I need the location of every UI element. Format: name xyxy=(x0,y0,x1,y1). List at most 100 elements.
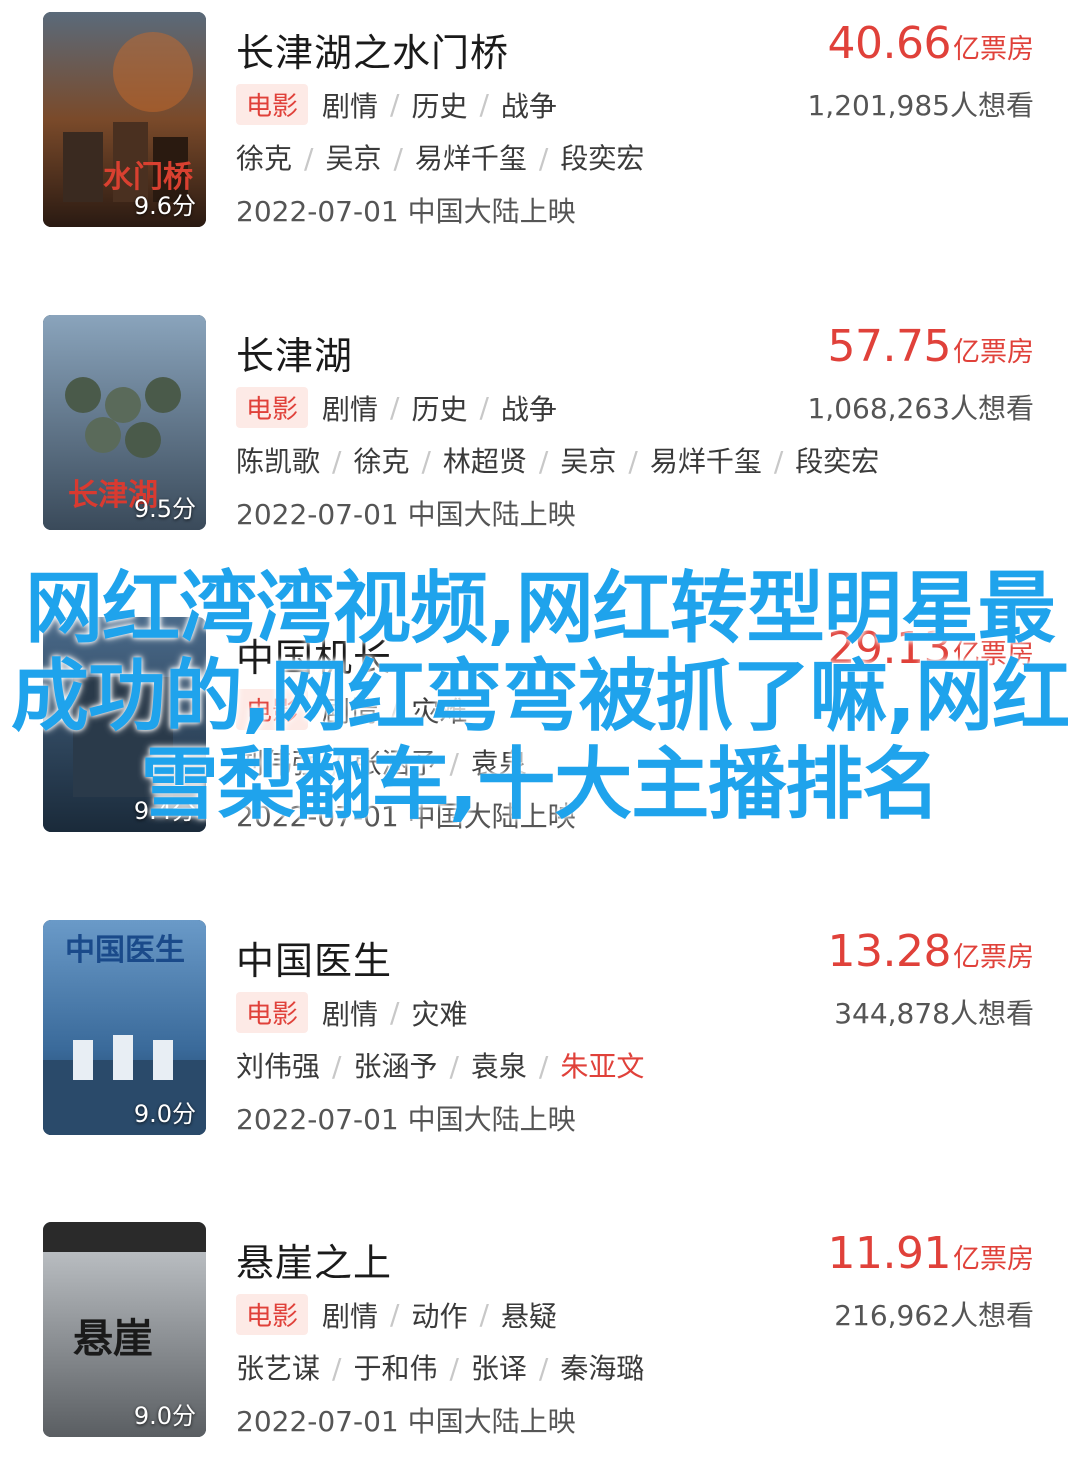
movie-title[interactable]: 长津湖 xyxy=(236,325,353,380)
doctor-poster-icon[interactable]: 中国医生 9.0分 xyxy=(43,920,206,1135)
separator: / xyxy=(421,445,431,478)
film-type-badge: 电影 xyxy=(236,992,309,1033)
cast-member[interactable]: 张涵予 xyxy=(353,1050,437,1083)
rating-score: 9.6分 xyxy=(133,192,196,220)
separator: / xyxy=(479,391,489,424)
cast-member[interactable]: 秦海璐 xyxy=(560,1352,644,1385)
cast-member[interactable]: 陈凯歌 xyxy=(236,445,320,478)
release-info: 2022-07-01 中国大陆上映 xyxy=(236,1103,576,1136)
want-to-watch-count: 1,201,985人想看 xyxy=(807,89,1034,122)
genre-label: 历史 xyxy=(411,89,468,123)
genre-label: 剧情 xyxy=(322,997,379,1031)
rating-score: 9.0分 xyxy=(133,1100,196,1128)
box-office-number: 11.91 xyxy=(827,1228,952,1279)
cast-list: 陈凯歌 / 徐克 / 林超贤 / 吴京 / 易烊千玺 / 段奕宏 xyxy=(236,440,879,480)
separator: / xyxy=(538,445,549,478)
movie-title[interactable]: 长津湖之水门桥 xyxy=(236,22,509,77)
cast-member[interactable]: 张艺谋 xyxy=(236,1352,320,1385)
cast-member[interactable]: 段奕宏 xyxy=(795,445,879,478)
cast-list: 张艺谋 / 于和伟 / 张译 / 秦海璐 xyxy=(236,1347,644,1387)
box-office-unit: 亿票房 xyxy=(953,942,1034,973)
genre-label: 战争 xyxy=(500,89,557,123)
separator: / xyxy=(332,1352,342,1385)
separator: / xyxy=(538,1050,549,1083)
cast-member[interactable]: 林超贤 xyxy=(443,445,527,478)
separator: / xyxy=(479,1298,489,1331)
genre-tags: 电影 剧情 / 动作 / 悬疑 xyxy=(236,1294,557,1335)
rating-score: 9.0分 xyxy=(133,1402,196,1430)
box-office-number: 13.28 xyxy=(827,926,952,977)
separator: / xyxy=(449,1352,459,1385)
separator: / xyxy=(332,1050,342,1083)
movie-card[interactable]: 中国医生 9.0分 中国医生 13.28亿票房电影 剧情 / 灾难 344,878人想看刘伟强… xyxy=(0,920,1079,1140)
snow-cliff-poster-icon[interactable]: 悬崖 9.0分 xyxy=(43,1222,206,1437)
separator: / xyxy=(332,445,342,478)
separator: / xyxy=(449,1050,459,1083)
genre-tags: 电影 剧情 / 历史 / 战争 xyxy=(236,84,557,125)
cast-member[interactable]: 袁泉 xyxy=(471,1050,527,1083)
box-office: 57.75亿票房 xyxy=(828,321,1034,372)
cast-member[interactable]: 于和伟 xyxy=(353,1352,437,1385)
separator: / xyxy=(390,391,400,424)
want-to-watch-count: 216,962人想看 xyxy=(834,1299,1034,1332)
box-office-unit: 亿票房 xyxy=(953,1244,1034,1275)
genre-label: 剧情 xyxy=(322,1299,379,1333)
box-office-number: 57.75 xyxy=(827,321,952,372)
cast-member[interactable]: 吴京 xyxy=(560,445,616,478)
cast-list: 刘伟强 / 张涵予 / 袁泉 / 朱亚文 xyxy=(236,1045,644,1085)
cast-member[interactable]: 张译 xyxy=(471,1352,527,1385)
war-poster-icon[interactable]: 水门桥 9.6分 xyxy=(43,12,206,227)
genre-label: 动作 xyxy=(411,1299,468,1333)
separator: / xyxy=(628,445,638,478)
cast-member[interactable]: 易烊千玺 xyxy=(415,142,527,175)
movie-card[interactable]: 悬崖 9.0分 悬崖之上 11.91亿票房电影 剧情 / 动作 / 悬疑 216,962人想看张艺… xyxy=(0,1222,1079,1442)
genre-label: 战争 xyxy=(500,392,557,426)
separator: / xyxy=(538,142,549,175)
box-office: 11.91亿票房 xyxy=(828,1228,1034,1279)
rating-score: 9.5分 xyxy=(133,495,196,523)
overlay-caption: 网红湾湾视频,网红转型明星最成功的,网红弯弯被抓了嘛,网红雪梨翻车,十大主播排名 xyxy=(10,564,1070,830)
cast-list: 徐克 / 吴京 / 易烊千玺 / 段奕宏 xyxy=(236,137,644,177)
snow-war-poster-icon[interactable]: 长津湖 9.5分 xyxy=(43,315,206,530)
separator: / xyxy=(393,142,403,175)
cast-member[interactable]: 刘伟强 xyxy=(236,1050,320,1083)
cast-member[interactable]: 徐克 xyxy=(236,142,292,175)
movie-title[interactable]: 悬崖之上 xyxy=(236,1232,392,1287)
film-type-badge: 电影 xyxy=(236,1294,309,1335)
cast-member[interactable]: 徐克 xyxy=(353,445,409,478)
cast-member[interactable]: 易烊千玺 xyxy=(650,445,762,478)
release-info: 2022-07-01 中国大陆上映 xyxy=(236,195,576,228)
separator: / xyxy=(773,445,784,478)
movie-title[interactable]: 中国医生 xyxy=(236,930,392,985)
separator: / xyxy=(538,1352,549,1385)
genre-label: 剧情 xyxy=(322,89,379,123)
genre-label: 剧情 xyxy=(322,392,379,426)
svg-text:中国医生: 中国医生 xyxy=(65,933,185,968)
movie-card[interactable]: 长津湖 9.5分 长津湖 57.75亿票房电影 剧情 / 历史 / 战争 1,068,263人想看… xyxy=(0,315,1079,535)
genre-tags: 电影 剧情 / 灾难 xyxy=(236,992,467,1033)
svg-text:悬崖: 悬崖 xyxy=(73,1315,153,1362)
separator: / xyxy=(390,88,400,121)
release-info: 2022-07-01 中国大陆上映 xyxy=(236,498,576,531)
cast-member[interactable]: 吴京 xyxy=(325,142,381,175)
want-to-watch-count: 1,068,263人想看 xyxy=(807,392,1034,425)
separator: / xyxy=(390,996,400,1029)
separator: / xyxy=(390,1298,400,1331)
film-type-badge: 电影 xyxy=(236,387,309,428)
cast-member[interactable]: 段奕宏 xyxy=(560,142,644,175)
box-office-unit: 亿票房 xyxy=(953,337,1034,368)
box-office-unit: 亿票房 xyxy=(953,34,1034,65)
movie-card[interactable]: 水门桥 9.6分 长津湖之水门桥 40.66亿票房 电影 剧情 / 历史 / 战争 1,201,98… xyxy=(0,12,1079,232)
genre-tags: 电影 剧情 / 历史 / 战争 xyxy=(236,387,557,428)
release-info: 2022-07-01 中国大陆上映 xyxy=(236,1405,576,1438)
cast-member[interactable]: 朱亚文 xyxy=(560,1050,644,1083)
genre-label: 灾难 xyxy=(411,997,468,1031)
separator: / xyxy=(304,142,314,175)
genre-label: 历史 xyxy=(411,392,468,426)
box-office: 40.66亿票房 xyxy=(828,18,1034,69)
separator: / xyxy=(479,88,489,121)
film-type-badge: 电影 xyxy=(236,84,309,125)
genre-label: 悬疑 xyxy=(500,1299,557,1333)
box-office-number: 40.66 xyxy=(827,18,952,69)
want-to-watch-count: 344,878人想看 xyxy=(834,997,1034,1030)
